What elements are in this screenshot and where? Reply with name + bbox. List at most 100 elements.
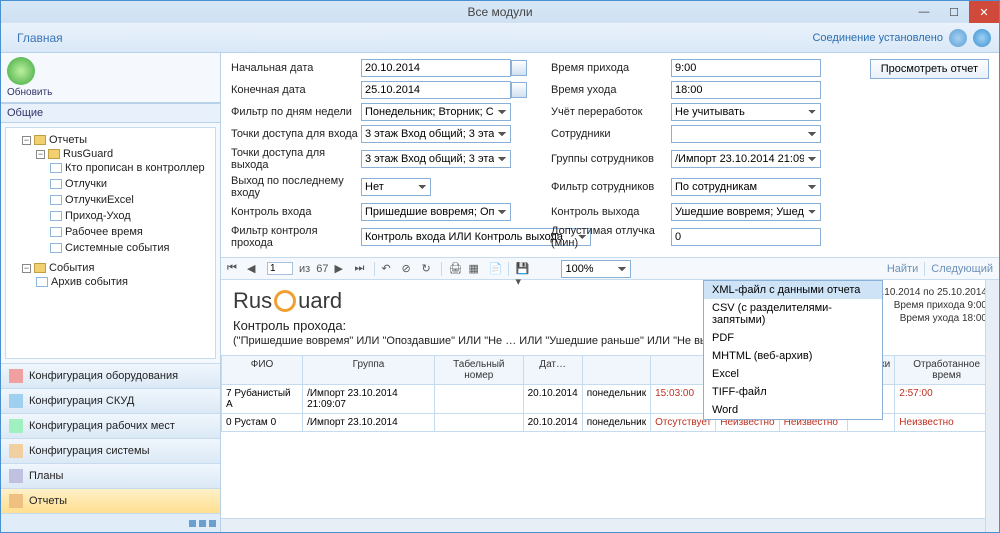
first-page-icon[interactable]: ⏮ — [227, 262, 241, 276]
table-cell — [434, 385, 523, 414]
nav-item[interactable]: Конфигурация СКУД — [1, 389, 220, 414]
overtime-select[interactable] — [671, 103, 821, 121]
export-menu-item[interactable]: TIFF-файл — [704, 383, 882, 401]
tree-node-events[interactable]: −События — [22, 262, 213, 274]
passage-filter-label: Фильтр контроля прохода — [231, 225, 361, 249]
leave-time-label: Время ухода — [551, 84, 671, 96]
table-header: Отработанное время — [895, 356, 999, 385]
tree-leaf[interactable]: Рабочее время — [50, 226, 213, 238]
table-cell: 20.10.2014 — [523, 385, 582, 414]
entry-ctrl-select[interactable] — [361, 203, 511, 221]
table-cell: Неизвестно — [895, 414, 999, 432]
connection-icon[interactable] — [949, 29, 967, 47]
vertical-scrollbar[interactable] — [985, 280, 999, 532]
nav-icon — [9, 419, 23, 433]
next-link[interactable]: Следующий — [931, 263, 993, 275]
tree-leaf[interactable]: ОтлучкиExcel — [50, 194, 213, 206]
reports-tree[interactable]: −Отчеты −RusGuard Кто прописан в контрол… — [5, 127, 216, 359]
exit-ctrl-select[interactable] — [671, 203, 821, 221]
exit-last-label: Выход по последнему входу — [231, 175, 361, 199]
find-link[interactable]: Найти — [887, 263, 918, 275]
close-button[interactable]: ✕ — [969, 1, 999, 23]
tree-leaf[interactable]: Отлучки — [50, 178, 213, 190]
refresh-report-icon[interactable]: ↻ — [421, 262, 435, 276]
nav-icon — [9, 369, 23, 383]
entry-ctrl-label: Контроль входа — [231, 206, 361, 218]
table-cell — [434, 414, 523, 432]
employees-select[interactable] — [671, 125, 821, 143]
prev-page-icon[interactable]: ◀ — [247, 262, 261, 276]
minimize-button[interactable]: — — [909, 1, 939, 23]
stop-icon[interactable]: ⊘ — [401, 262, 415, 276]
nav-item[interactable]: Конфигурация оборудования — [1, 364, 220, 389]
nav-item[interactable]: Конфигурация рабочих мест — [1, 414, 220, 439]
nav-icon — [9, 444, 23, 458]
end-date-input[interactable] — [361, 81, 511, 99]
end-date-label: Конечная дата — [231, 84, 361, 96]
table-header: Табельный номер — [434, 356, 523, 385]
table-header — [582, 356, 650, 385]
maximize-button[interactable]: ☐ — [939, 1, 969, 23]
tree-leaf[interactable]: Кто прописан в контроллер — [50, 162, 213, 174]
export-menu-item[interactable]: PDF — [704, 329, 882, 347]
absence-input[interactable] — [671, 228, 821, 246]
tree-node-rusguard[interactable]: −RusGuard — [36, 148, 213, 160]
tree-node-archive[interactable]: Архив события — [36, 276, 213, 288]
calendar-icon[interactable] — [511, 60, 527, 76]
layout-icon[interactable]: ▦ — [468, 262, 482, 276]
tree-leaf[interactable]: Приход-Уход — [50, 210, 213, 222]
sidebar-section-tab[interactable]: Общие — [1, 103, 220, 123]
tree-node-reports[interactable]: −Отчеты — [22, 134, 213, 146]
table-header: ФИО — [222, 356, 303, 385]
table-cell: 7 Рубанистый А — [222, 385, 303, 414]
emp-filter-select[interactable] — [671, 178, 821, 196]
logo-g-icon — [274, 290, 296, 312]
back-icon[interactable]: ↶ — [381, 262, 395, 276]
ribbon-tab-main[interactable]: Главная — [9, 27, 71, 49]
exit-points-select[interactable] — [361, 150, 511, 168]
page-setup-icon[interactable]: 📄 — [488, 262, 502, 276]
entry-points-select[interactable] — [361, 125, 511, 143]
page-input[interactable] — [267, 262, 293, 275]
weekday-filter-select[interactable] — [361, 103, 511, 121]
table-header: Дат… — [523, 356, 582, 385]
entry-points-label: Точки доступа для входа — [231, 128, 361, 140]
export-menu-item[interactable]: CSV (с разделителями-запятыми) — [704, 299, 882, 329]
exit-points-label: Точки доступа для выхода — [231, 147, 361, 171]
report-toolbar: ⏮ ◀ из 67 ▶ ⏭ ↶ ⊘ ↻ 🖨 ▦ 📄 💾▾ Н — [221, 258, 999, 280]
refresh-button[interactable] — [7, 57, 35, 85]
table-cell: понедельник — [582, 414, 650, 432]
nav-item[interactable]: Планы — [1, 464, 220, 489]
leave-time-input[interactable] — [671, 81, 821, 99]
calendar-icon[interactable] — [511, 82, 527, 98]
last-page-icon[interactable]: ⏭ — [354, 262, 368, 276]
nav-item[interactable]: Отчеты — [1, 489, 220, 514]
start-date-input[interactable] — [361, 59, 511, 77]
export-icon[interactable]: 💾▾ — [515, 262, 529, 276]
help-icon[interactable] — [973, 29, 991, 47]
nav-icon — [9, 469, 23, 483]
overtime-label: Учёт переработок — [551, 106, 671, 118]
view-report-button[interactable]: Просмотреть отчет — [870, 59, 989, 79]
export-menu-item[interactable]: Word — [704, 401, 882, 419]
export-menu[interactable]: XML-файл c данными отчетаCSV (с разделит… — [703, 280, 883, 420]
nav-item[interactable]: Конфигурация системы — [1, 439, 220, 464]
exit-last-select[interactable] — [361, 178, 431, 196]
tree-leaf[interactable]: Системные события — [50, 242, 213, 254]
zoom-select[interactable] — [561, 260, 631, 278]
refresh-label: Обновить — [7, 87, 52, 98]
exit-ctrl-label: Контроль выхода — [551, 206, 671, 218]
export-menu-item[interactable]: Excel — [704, 365, 882, 383]
weekday-filter-label: Фильтр по дням недели — [231, 106, 361, 118]
table-cell: 0 Рустам 0 — [222, 414, 303, 432]
next-page-icon[interactable]: ▶ — [334, 262, 348, 276]
export-menu-item[interactable]: MHTML (веб-архив) — [704, 347, 882, 365]
horizontal-scrollbar[interactable] — [221, 518, 985, 532]
print-icon[interactable]: 🖨 — [448, 262, 462, 276]
start-date-label: Начальная дата — [231, 62, 361, 74]
connection-status: Соединение установлено — [812, 32, 943, 44]
export-menu-item[interactable]: XML-файл c данными отчета — [704, 281, 882, 299]
table-cell: понедельник — [582, 385, 650, 414]
arrival-time-input[interactable] — [671, 59, 821, 77]
groups-select[interactable] — [671, 150, 821, 168]
